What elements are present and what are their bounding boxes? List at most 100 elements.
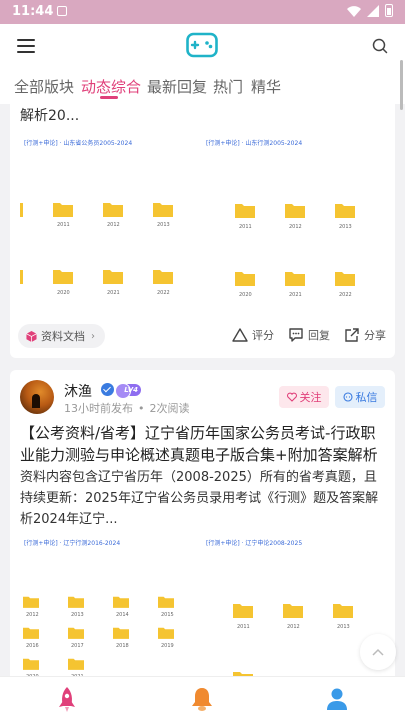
heart-icon bbox=[286, 392, 297, 402]
tab-hot[interactable]: 热门 bbox=[213, 76, 243, 97]
folder-icon bbox=[158, 596, 174, 608]
rate-button[interactable]: 评分 bbox=[232, 327, 274, 343]
folder-label: 2012 bbox=[289, 224, 302, 230]
comment-icon bbox=[289, 328, 303, 342]
app-header bbox=[0, 24, 405, 68]
message-icon bbox=[342, 392, 353, 402]
folder-label: 2013 bbox=[337, 624, 350, 630]
message-button[interactable]: 私信 bbox=[335, 386, 385, 408]
folder-label: 2022 bbox=[339, 292, 352, 298]
folder-icon bbox=[285, 272, 305, 286]
folder-icon bbox=[153, 270, 173, 284]
follow-label: 关注 bbox=[299, 391, 322, 404]
folder-label: 2011 bbox=[57, 222, 70, 228]
battery-icon bbox=[385, 4, 393, 17]
folder-icon bbox=[23, 596, 39, 608]
tab-latest-reply[interactable]: 最新回复 bbox=[147, 76, 207, 97]
rate-icon bbox=[232, 328, 248, 342]
thumb-title: [行测+申论] · 辽宁申论2008-2025 bbox=[206, 540, 303, 547]
verified-icon bbox=[101, 383, 114, 396]
folder-icon bbox=[233, 604, 253, 618]
share-button[interactable]: 分享 bbox=[344, 327, 386, 343]
menu-icon[interactable] bbox=[17, 39, 35, 53]
user-icon[interactable] bbox=[324, 685, 350, 713]
post-card[interactable]: 解析20... [行测+申论] · 山东省公务员2005-2024 2011 2… bbox=[10, 104, 395, 358]
post-image-left[interactable]: [行测+申论] · 辽宁行测2016-2024 2012 2013 2014 2… bbox=[20, 534, 202, 690]
folder-icon bbox=[23, 658, 39, 670]
rate-label: 评分 bbox=[252, 329, 274, 342]
folder-label: 2022 bbox=[157, 290, 170, 296]
folder-icon bbox=[23, 627, 39, 639]
thumb-title: [行测+申论] · 山东行测2005-2024 bbox=[206, 140, 303, 147]
post-excerpt: 资料内容包含辽宁省历年（2008-2025）所有的省考真题，且持续更新：2025… bbox=[20, 470, 379, 527]
folder-label: 2013 bbox=[157, 222, 170, 228]
post-image-right[interactable]: [行测+申论] · 辽宁申论2008-2025 2011 2012 2013 2… bbox=[202, 534, 385, 690]
folder-label: 2021 bbox=[289, 292, 302, 298]
chevron-up-icon bbox=[372, 648, 384, 656]
folder-icon bbox=[68, 627, 84, 639]
category-tag[interactable]: 资料文档 › bbox=[18, 324, 105, 348]
folder-icon bbox=[68, 658, 84, 670]
folder-icon bbox=[333, 604, 353, 618]
folder-icon bbox=[283, 604, 303, 618]
post-title[interactable]: 【公考资料/省考】辽宁省历年国家公务员考试-行政职业能力测验与申论概述真题电子版… bbox=[20, 422, 386, 466]
avatar[interactable] bbox=[20, 380, 54, 414]
wifi-icon bbox=[347, 5, 361, 17]
folder-label: 2012 bbox=[287, 624, 300, 630]
author-name[interactable]: 沐渔 bbox=[64, 381, 92, 401]
status-bar: 11:44 bbox=[0, 0, 405, 24]
thumb-title: [行测+申论] · 辽宁行测2016-2024 bbox=[24, 540, 121, 547]
folder-label: 2018 bbox=[116, 643, 129, 649]
post-time: 13小时前发布 bbox=[64, 402, 133, 415]
post-image-left[interactable]: [行测+申论] · 山东省公务员2005-2024 2011 2012 2013… bbox=[20, 134, 202, 314]
folder-icon bbox=[103, 203, 123, 217]
folder-label: 2013 bbox=[71, 612, 84, 618]
folder-icon bbox=[158, 627, 174, 639]
folder-icon bbox=[335, 204, 355, 218]
folder-icon bbox=[53, 203, 73, 217]
tab-dynamic[interactable]: 动态综合 bbox=[81, 76, 141, 97]
cube-icon bbox=[26, 330, 37, 342]
thumb-title: [行测+申论] · 山东省公务员2005-2024 bbox=[24, 140, 133, 147]
view-count: 2次阅读 bbox=[149, 402, 190, 415]
folder-label: 2014 bbox=[116, 612, 129, 618]
search-icon[interactable] bbox=[372, 38, 388, 54]
post-card[interactable]: 沐渔 LV4 13小时前发布 • 2次阅读 关注 私信 【公考资料/省考】辽宁省历年… bbox=[10, 370, 395, 690]
folder-label: 2012 bbox=[26, 612, 39, 618]
folder-label: 2015 bbox=[161, 612, 174, 618]
folder-icon bbox=[285, 204, 305, 218]
folder-icon bbox=[235, 204, 255, 218]
back-to-top-button[interactable] bbox=[360, 634, 396, 670]
rocket-icon[interactable] bbox=[54, 685, 80, 713]
folder-icon bbox=[103, 270, 123, 284]
folder-label: 2012 bbox=[107, 222, 120, 228]
folder-label: 2016 bbox=[26, 643, 39, 649]
post-excerpt: 解析20... bbox=[20, 108, 80, 124]
folder-label: 2019 bbox=[161, 643, 174, 649]
folder-icon bbox=[335, 272, 355, 286]
active-tab-indicator bbox=[100, 96, 118, 99]
folder-edge bbox=[20, 203, 23, 217]
system-icons bbox=[347, 4, 393, 17]
folder-icon bbox=[53, 270, 73, 284]
folder-edge bbox=[20, 270, 23, 284]
scrollbar[interactable] bbox=[400, 60, 403, 110]
reply-button[interactable]: 回复 bbox=[288, 327, 330, 343]
folder-label: 2020 bbox=[57, 290, 70, 296]
folder-label: 2011 bbox=[237, 624, 250, 630]
folder-label: 2020 bbox=[239, 292, 252, 298]
chevron-right-icon: › bbox=[91, 330, 95, 342]
folder-icon bbox=[113, 627, 129, 639]
message-label: 私信 bbox=[355, 391, 378, 404]
share-icon bbox=[345, 328, 359, 342]
folder-label: 2021 bbox=[107, 290, 120, 296]
bell-icon[interactable] bbox=[189, 685, 215, 713]
tab-all-boards[interactable]: 全部版块 bbox=[14, 76, 74, 97]
post-image-right[interactable]: [行测+申论] · 山东行测2005-2024 2011 2012 2013 2… bbox=[202, 134, 385, 314]
folder-icon bbox=[113, 596, 129, 608]
category-tag-label: 资料文档 bbox=[41, 330, 85, 343]
reply-label: 回复 bbox=[308, 329, 330, 342]
follow-button[interactable]: 关注 bbox=[279, 386, 329, 408]
level-label: LV4 bbox=[124, 386, 138, 394]
tab-featured[interactable]: 精华 bbox=[251, 76, 281, 97]
